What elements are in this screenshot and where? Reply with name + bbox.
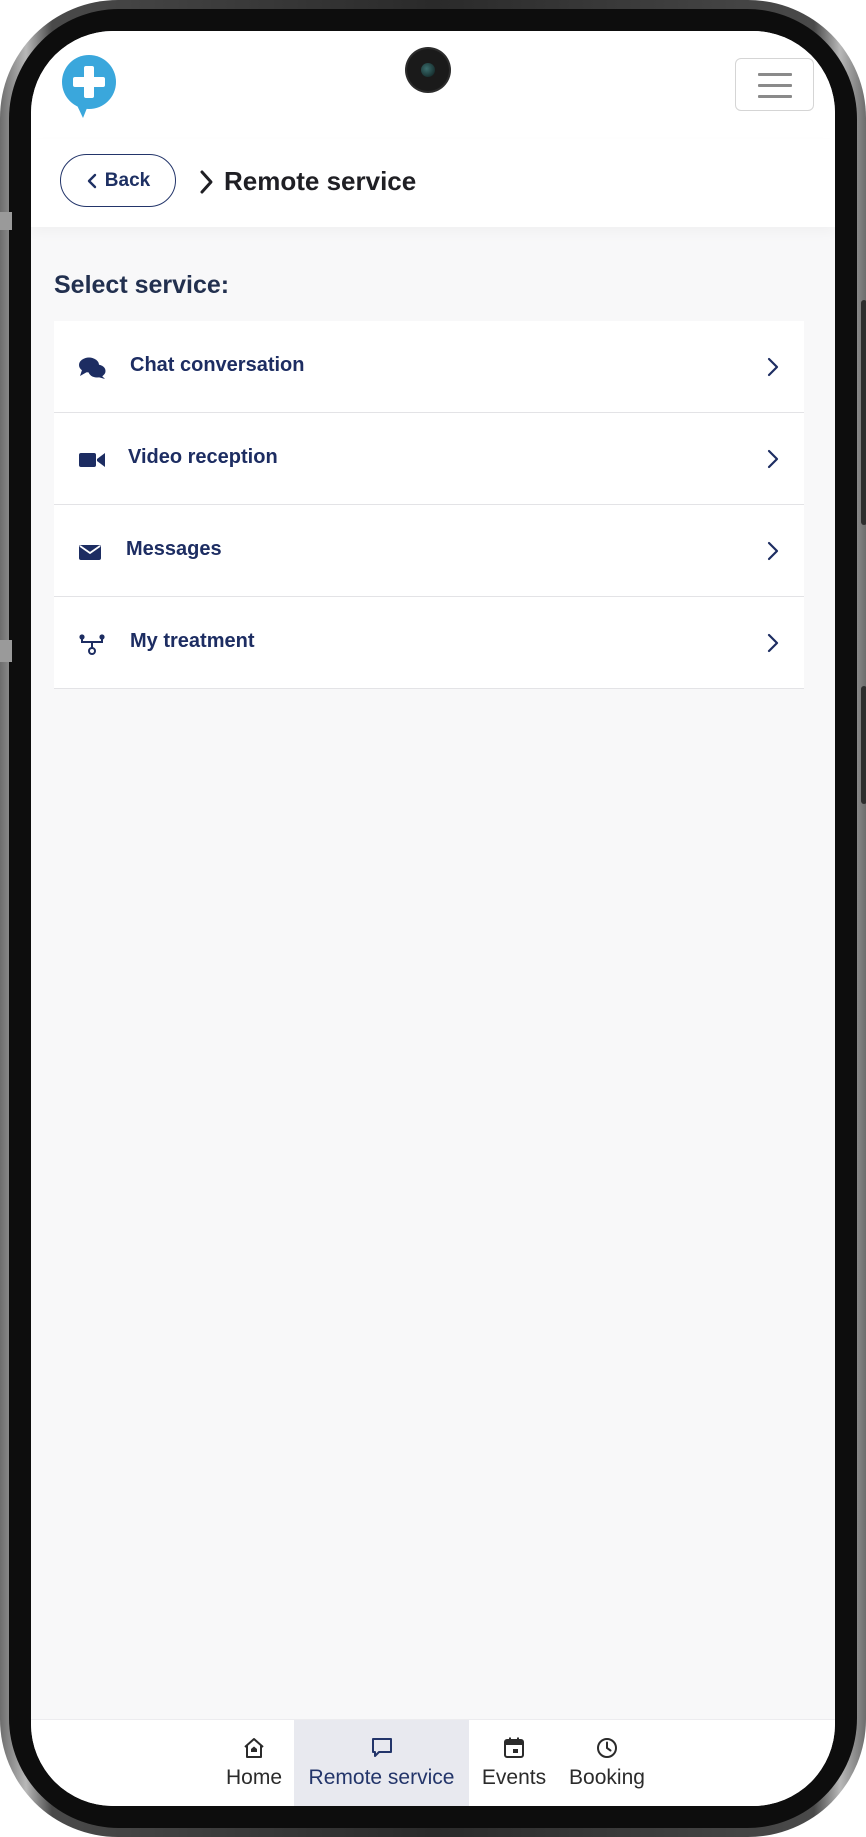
logo-icon[interactable]: [61, 55, 117, 119]
menu-line: [758, 73, 792, 76]
service-label: Messages: [126, 538, 222, 560]
volume-button: [861, 300, 866, 525]
calendar-icon: [504, 1737, 524, 1758]
app-screen: Back Remote service Select service: Chat…: [31, 31, 835, 1806]
frame-mark: [0, 212, 12, 230]
top-bar: [31, 31, 835, 139]
front-camera: [407, 49, 449, 91]
service-messages[interactable]: Messages: [54, 505, 804, 597]
chevron-left-icon: [87, 173, 96, 188]
home-icon: [244, 1738, 264, 1758]
chat-bubbles-icon: [79, 357, 106, 379]
bottom-nav: Home Remote service Events Booking: [31, 1719, 835, 1806]
back-button-label: Back: [104, 169, 151, 191]
menu-line: [758, 95, 792, 98]
treatment-nodes-icon: [79, 634, 105, 655]
phone-bezel: Back Remote service Select service: Chat…: [9, 9, 857, 1828]
nav-booking[interactable]: Booking: [559, 1720, 655, 1806]
hamburger-menu-button[interactable]: [735, 58, 814, 111]
section-label: Select service:: [54, 271, 230, 299]
nav-booking-label: Booking: [569, 1766, 645, 1789]
nav-home-label: Home: [225, 1766, 283, 1789]
video-camera-icon: [79, 453, 105, 467]
power-button: [861, 686, 866, 804]
nav-events[interactable]: Events: [469, 1720, 559, 1806]
chevron-right-icon: [767, 633, 779, 653]
service-video-reception[interactable]: Video reception: [54, 413, 804, 505]
service-label: Chat conversation: [130, 354, 305, 376]
nav-remote-service[interactable]: Remote service: [294, 1720, 469, 1806]
service-my-treatment[interactable]: My treatment: [54, 597, 804, 689]
chevron-right-icon: [767, 449, 779, 469]
back-button[interactable]: Back: [60, 154, 176, 207]
page-title: Remote service: [224, 166, 417, 196]
nav-home[interactable]: Home: [214, 1720, 294, 1806]
nav-events-label: Events: [481, 1766, 547, 1789]
chevron-right-icon: [767, 541, 779, 561]
chat-icon: [371, 1738, 392, 1757]
service-list: Chat conversation Video reception Messag…: [54, 321, 804, 689]
service-label: My treatment: [130, 630, 255, 652]
menu-line: [758, 84, 792, 87]
frame-mark: [0, 640, 12, 662]
service-chat-conversation[interactable]: Chat conversation: [54, 321, 804, 413]
clock-icon: [597, 1738, 617, 1758]
nav-remote-service-label: Remote service: [308, 1766, 455, 1789]
chevron-right-icon: [200, 170, 213, 194]
envelope-icon: [79, 545, 101, 560]
breadcrumb: Back Remote service: [31, 139, 835, 227]
service-label: Video reception: [128, 446, 278, 468]
phone-frame: Back Remote service Select service: Chat…: [0, 0, 866, 1837]
chevron-right-icon: [767, 357, 779, 377]
